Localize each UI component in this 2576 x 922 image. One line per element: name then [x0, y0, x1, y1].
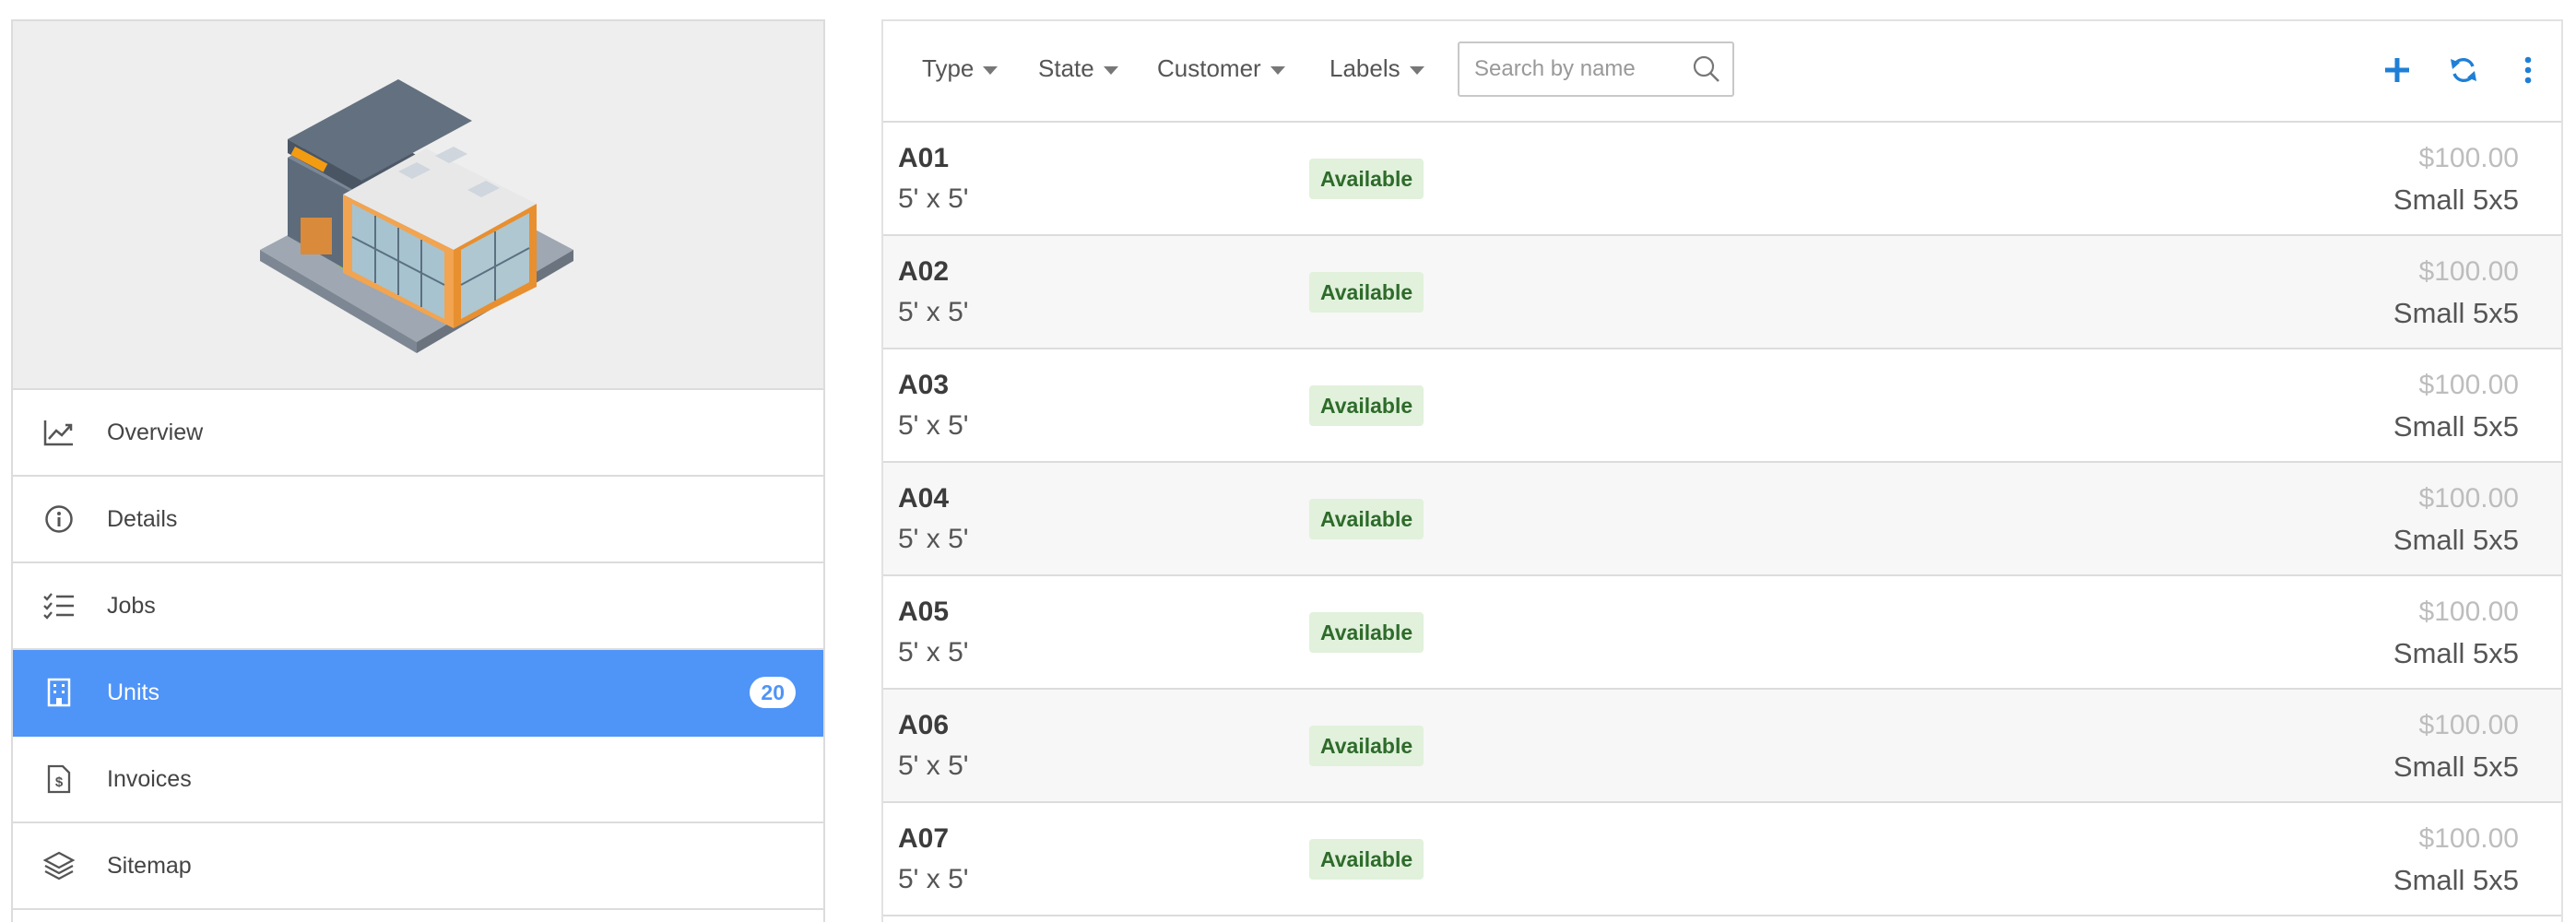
unit-row[interactable]: A04 5' x 5' Available $100.00 Small 5x5 — [883, 463, 2561, 576]
filter-label: Labels — [1329, 54, 1400, 82]
filter-label: Type — [922, 54, 975, 82]
refresh-icon — [2449, 55, 2478, 89]
unit-type: Small 5x5 — [2393, 524, 2519, 556]
unit-size: 5' x 5' — [898, 751, 969, 781]
unit-row[interactable]: A01 5' x 5' Available $100.00 Small 5x5 — [883, 123, 2561, 236]
status-badge: Available — [1309, 272, 1424, 313]
chart-line-icon — [42, 416, 76, 449]
sidebar-item-units[interactable]: Units 20 — [13, 650, 823, 737]
caret-down-icon — [1103, 65, 1118, 75]
unit-price: $100.00 — [2418, 483, 2519, 514]
add-unit-button[interactable] — [2379, 53, 2416, 90]
refresh-button[interactable] — [2445, 53, 2482, 90]
checklist-icon — [42, 589, 76, 622]
unit-row[interactable]: A02 5' x 5' Available $100.00 Small 5x5 — [883, 236, 2561, 349]
unit-type: Small 5x5 — [2393, 183, 2519, 216]
info-circle-icon — [42, 502, 76, 536]
sidebar-item-label: Details — [107, 505, 178, 532]
unit-price: $100.00 — [2418, 597, 2519, 627]
sidebar-item-jobs[interactable]: Jobs — [13, 563, 823, 650]
storage-building-illustration — [260, 79, 573, 353]
status-badge: Available — [1309, 159, 1424, 199]
unit-size: 5' x 5' — [898, 864, 969, 894]
unit-price: $100.00 — [2418, 370, 2519, 400]
search-icon[interactable] — [1692, 54, 1721, 89]
unit-name: A03 — [898, 370, 950, 400]
unit-size: 5' x 5' — [898, 637, 969, 668]
svg-text:$: $ — [55, 774, 64, 790]
site-sidebar: Overview Details Jobs Units 20 $ Invoice… — [11, 19, 825, 922]
sidebar-item-invoices[interactable]: $ Invoices — [13, 737, 823, 823]
caret-down-icon — [983, 65, 998, 75]
unit-type: Small 5x5 — [2393, 410, 2519, 443]
status-badge: Available — [1309, 612, 1424, 653]
more-vertical-icon — [2523, 56, 2533, 89]
unit-name: A07 — [898, 823, 950, 854]
unit-name: A05 — [898, 597, 950, 627]
filter-type-dropdown[interactable]: Type — [922, 54, 998, 83]
unit-row[interactable]: A07 5' x 5' Available $100.00 Small 5x5 — [883, 803, 2561, 916]
sidebar-item-label: Units — [107, 679, 160, 705]
unit-row[interactable]: A06 5' x 5' Available $100.00 Small 5x5 — [883, 690, 2561, 803]
unit-size: 5' x 5' — [898, 410, 969, 441]
sidebar-item-overview[interactable]: Overview — [13, 390, 823, 477]
unit-price: $100.00 — [2418, 143, 2519, 173]
filter-customer-dropdown[interactable]: Customer — [1157, 54, 1285, 83]
invoice-icon: $ — [42, 762, 76, 796]
unit-row[interactable]: A03 5' x 5' Available $100.00 Small 5x5 — [883, 349, 2561, 463]
unit-type: Small 5x5 — [2393, 864, 2519, 896]
units-toolbar: Type State Customer Labels — [883, 21, 2561, 123]
units-count-badge: 20 — [750, 677, 796, 708]
building-icon — [42, 676, 76, 709]
unit-price: $100.00 — [2418, 256, 2519, 287]
more-options-button[interactable] — [2510, 53, 2546, 90]
unit-type: Small 5x5 — [2393, 637, 2519, 669]
search-input[interactable] — [1459, 43, 1681, 95]
unit-name: A02 — [898, 256, 950, 287]
unit-type: Small 5x5 — [2393, 297, 2519, 329]
unit-type: Small 5x5 — [2393, 751, 2519, 783]
sidebar-item-label: Jobs — [107, 592, 156, 619]
unit-size: 5' x 5' — [898, 524, 969, 554]
sidebar-item-sitemap[interactable]: Sitemap — [13, 823, 823, 910]
filter-state-dropdown[interactable]: State — [1038, 54, 1118, 83]
hero-image-area — [13, 21, 823, 390]
caret-down-icon — [1270, 65, 1285, 75]
unit-row[interactable]: A05 5' x 5' Available $100.00 Small 5x5 — [883, 576, 2561, 690]
unit-price: $100.00 — [2418, 823, 2519, 854]
search-box — [1458, 41, 1734, 97]
status-badge: Available — [1309, 499, 1424, 539]
filter-labels-dropdown[interactable]: Labels — [1329, 54, 1424, 83]
unit-name: A01 — [898, 143, 950, 173]
status-badge: Available — [1309, 726, 1424, 766]
sidebar-item-label: Overview — [107, 419, 204, 445]
units-list-panel: Type State Customer Labels Search by nam… — [881, 19, 2563, 922]
status-badge: Available — [1309, 385, 1424, 426]
unit-size: 5' x 5' — [898, 297, 969, 327]
status-badge: Available — [1309, 839, 1424, 880]
sidebar-item-details[interactable]: Details — [13, 477, 823, 563]
sidebar-item-label: Invoices — [107, 765, 192, 792]
unit-name: A06 — [898, 710, 950, 740]
plus-icon — [2384, 57, 2410, 88]
filter-label: State — [1038, 54, 1094, 82]
sidebar-item-label: Sitemap — [107, 852, 192, 879]
caret-down-icon — [1409, 65, 1424, 75]
unit-size: 5' x 5' — [898, 183, 969, 214]
filter-label: Customer — [1157, 54, 1261, 82]
unit-name: A04 — [898, 483, 950, 514]
layers-icon — [42, 849, 76, 882]
unit-price: $100.00 — [2418, 710, 2519, 740]
